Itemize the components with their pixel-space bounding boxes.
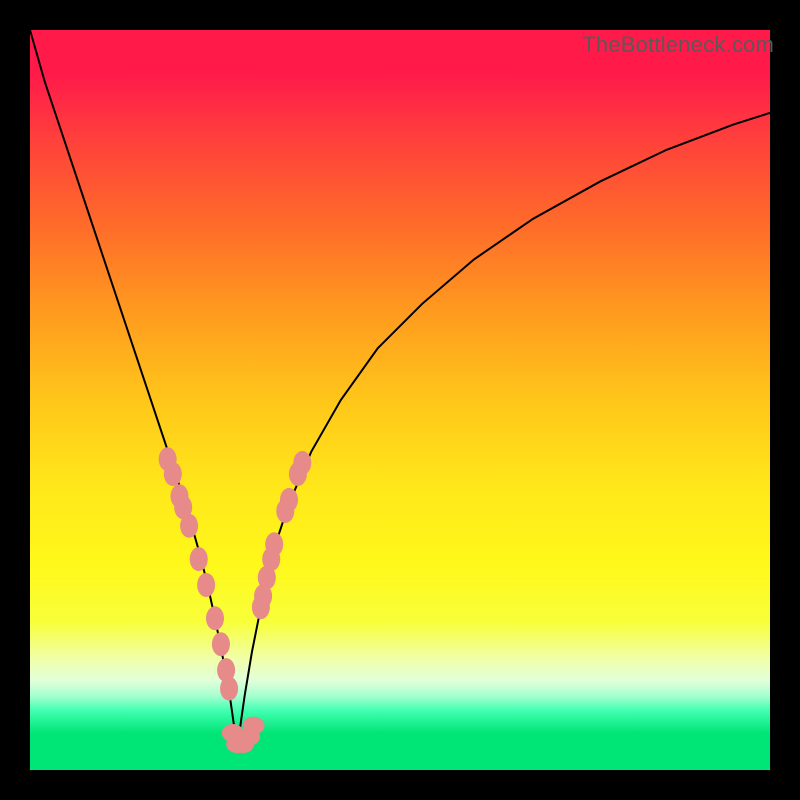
marker-dot: [212, 632, 230, 656]
marker-dot: [265, 532, 283, 556]
plot-area: TheBottleneck.com: [30, 30, 770, 770]
marker-dot: [190, 547, 208, 571]
marker-dot: [220, 677, 238, 701]
marker-dot: [206, 606, 224, 630]
watermark-text: TheBottleneck.com: [582, 32, 774, 58]
marker-dot: [180, 514, 198, 538]
marker-dot: [164, 462, 182, 486]
marker-dot: [293, 451, 311, 475]
marker-dot: [280, 488, 298, 512]
chart-canvas: TheBottleneck.com: [0, 0, 800, 800]
data-markers: [30, 30, 770, 770]
marker-dot: [242, 717, 264, 735]
marker-dot: [197, 573, 215, 597]
